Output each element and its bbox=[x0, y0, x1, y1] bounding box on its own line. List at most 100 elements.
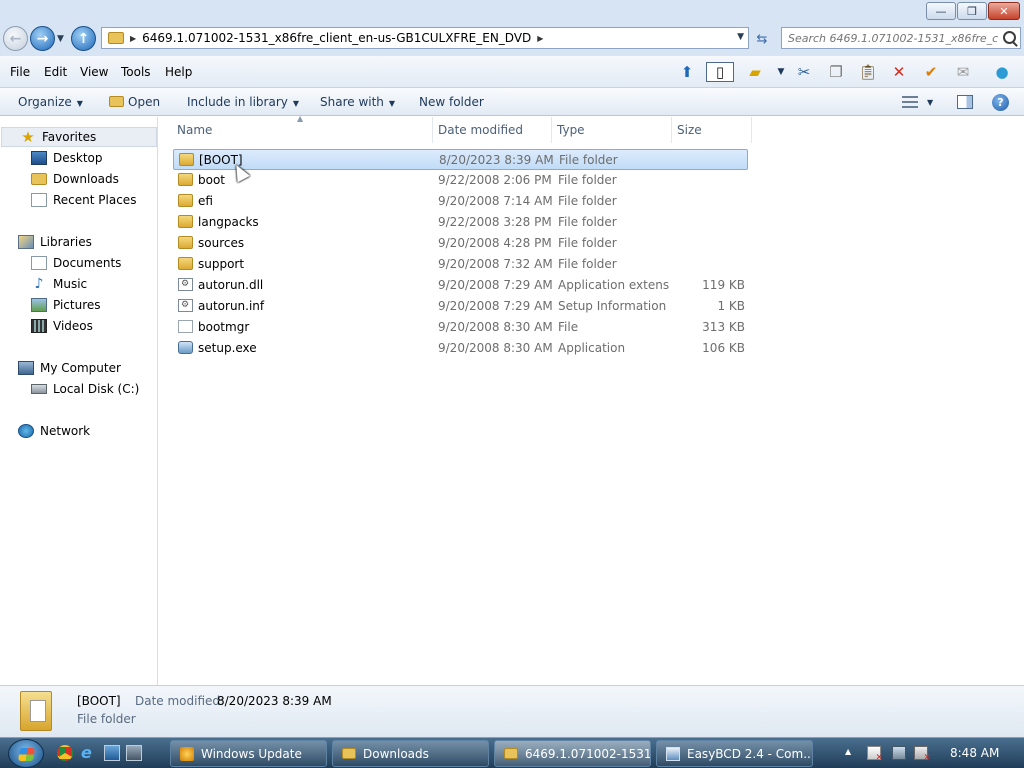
close-icon: ✕ bbox=[999, 4, 1009, 18]
column-size[interactable]: Size bbox=[672, 117, 752, 143]
pane-icon[interactable]: ▯ bbox=[706, 62, 734, 82]
address-bar[interactable]: ▶ 6469.1.071002-1531_x86fre_client_en-us… bbox=[101, 27, 749, 49]
nav-pictures[interactable]: Pictures bbox=[31, 295, 101, 315]
nav-music[interactable]: ♪ Music bbox=[31, 274, 88, 294]
views-icon[interactable] bbox=[902, 96, 918, 108]
share-with-button[interactable]: Share with ▼ bbox=[320, 95, 395, 109]
nav-downloads[interactable]: Downloads bbox=[31, 169, 119, 189]
nav-desktop[interactable]: Desktop bbox=[31, 148, 103, 168]
start-button[interactable] bbox=[8, 739, 44, 768]
views-dropdown-icon[interactable]: ▼ bbox=[927, 98, 933, 107]
clock[interactable]: 8:48 AM bbox=[950, 746, 999, 760]
star-icon: ★ bbox=[21, 128, 35, 146]
include-in-library-button[interactable]: Include in library ▼ bbox=[187, 95, 299, 109]
file-row[interactable]: boot 9/22/2008 2:06 PM File folder bbox=[173, 170, 748, 191]
minimize-button[interactable]: — bbox=[926, 2, 956, 20]
file-row[interactable]: autorun.dll 9/20/2008 7:29 AM Applicatio… bbox=[173, 275, 748, 296]
file-type: File folder bbox=[559, 153, 618, 167]
desktop-icon bbox=[31, 151, 47, 165]
file-row[interactable]: efi 9/20/2008 7:14 AM File folder bbox=[173, 191, 748, 212]
open-button[interactable]: Open bbox=[109, 95, 160, 109]
file-row[interactable]: autorun.inf 9/20/2008 7:29 AM Setup Info… bbox=[173, 296, 748, 317]
back-button[interactable]: ← bbox=[3, 26, 28, 51]
new-folder-button[interactable]: New folder bbox=[419, 95, 484, 109]
show-desktop-icon[interactable] bbox=[104, 745, 120, 761]
folder-check-icon[interactable]: ▰ bbox=[744, 62, 766, 82]
search-input[interactable] bbox=[788, 31, 998, 45]
downloads-folder-icon bbox=[31, 173, 47, 185]
file-name: setup.exe bbox=[198, 341, 257, 355]
toolbar-dropdown-icon[interactable]: ▼ bbox=[770, 62, 792, 82]
preview-pane-icon[interactable] bbox=[957, 95, 973, 109]
file-row[interactable]: bootmgr 9/20/2008 8:30 AM File 313 KB bbox=[173, 317, 748, 338]
maximize-button[interactable]: ❐ bbox=[957, 2, 987, 20]
recent-pages-dropdown[interactable]: ▼ bbox=[57, 34, 64, 44]
paste-icon[interactable]: 📋︎ bbox=[857, 62, 879, 82]
nav-documents[interactable]: Documents bbox=[31, 253, 121, 273]
menu-help[interactable]: Help bbox=[165, 65, 192, 79]
file-size: 1 KB bbox=[717, 299, 745, 313]
up-folder-icon[interactable]: ⬆ bbox=[676, 62, 698, 82]
network-status-icon[interactable] bbox=[892, 746, 906, 760]
taskbar-easybcd[interactable]: EasyBCD 2.4 - Com... bbox=[656, 740, 813, 767]
menu-edit[interactable]: Edit bbox=[44, 65, 67, 79]
help-icon[interactable]: ? bbox=[992, 94, 1009, 111]
file-row[interactable]: sources 9/20/2008 4:28 PM File folder bbox=[173, 233, 748, 254]
checkmark-icon[interactable]: ✔ bbox=[920, 62, 942, 82]
action-center-icon[interactable] bbox=[867, 746, 883, 763]
email-icon[interactable]: ✉ bbox=[952, 62, 974, 82]
folder-icon bbox=[342, 748, 356, 759]
menu-tools[interactable]: Tools bbox=[121, 65, 151, 79]
folder-icon bbox=[178, 236, 193, 249]
file-row[interactable]: [BOOT] 8/20/2023 8:39 AM File folder bbox=[173, 149, 748, 170]
dll-file-icon bbox=[178, 278, 193, 291]
nav-libraries[interactable]: Libraries bbox=[18, 232, 92, 252]
command-bar: Organize ▼ Open Include in library ▼ Share… bbox=[0, 88, 1024, 116]
organize-button[interactable]: Organize ▼ bbox=[18, 95, 83, 109]
taskbar-windows-update[interactable]: Windows Update bbox=[170, 740, 327, 767]
breadcrumb-chevron-icon[interactable]: ▶ bbox=[130, 34, 136, 43]
column-date-modified[interactable]: Date modified bbox=[433, 117, 552, 143]
recent-places-icon bbox=[31, 193, 47, 207]
nav-local-disk[interactable]: Local Disk (C:) bbox=[31, 379, 139, 399]
switch-windows-icon[interactable] bbox=[126, 745, 142, 761]
details-type: File folder bbox=[77, 712, 136, 726]
nav-recent-places[interactable]: Recent Places bbox=[31, 190, 136, 210]
file-type: File folder bbox=[558, 257, 617, 271]
column-type[interactable]: Type bbox=[552, 117, 672, 143]
file-row[interactable]: support 9/20/2008 7:32 AM File folder bbox=[173, 254, 748, 275]
chrome-icon[interactable] bbox=[57, 745, 73, 761]
breadcrumb-current-folder[interactable]: 6469.1.071002-1531_x86fre_client_en-us-G… bbox=[142, 31, 531, 45]
cut-icon[interactable]: ✂ bbox=[793, 62, 815, 82]
search-icon[interactable] bbox=[1003, 31, 1016, 44]
column-name[interactable]: Name bbox=[172, 117, 433, 143]
breadcrumb-chevron-icon[interactable]: ▶ bbox=[537, 34, 543, 43]
up-button[interactable]: ↑ bbox=[71, 26, 96, 51]
taskbar-explorer-window[interactable]: 6469.1.071002-1531_x... bbox=[494, 740, 651, 767]
menu-view[interactable]: View bbox=[80, 65, 108, 79]
refresh-button[interactable]: ⇆ bbox=[752, 29, 772, 49]
nav-videos[interactable]: Videos bbox=[31, 316, 93, 336]
copy-icon[interactable]: ❐ bbox=[825, 62, 847, 82]
file-row[interactable]: langpacks 9/22/2008 3:28 PM File folder bbox=[173, 212, 748, 233]
menu-file[interactable]: File bbox=[10, 65, 30, 79]
globe-icon[interactable]: ● bbox=[991, 62, 1013, 82]
nav-my-computer[interactable]: My Computer bbox=[18, 358, 121, 378]
taskbar-downloads[interactable]: Downloads bbox=[332, 740, 489, 767]
address-dropdown-icon[interactable]: ▼ bbox=[737, 32, 744, 42]
internet-explorer-icon[interactable]: e bbox=[81, 743, 97, 762]
file-size: 119 KB bbox=[702, 278, 745, 292]
show-hidden-icons-icon[interactable]: ▲ bbox=[845, 747, 851, 756]
file-row[interactable]: setup.exe 9/20/2008 8:30 AM Application … bbox=[173, 338, 748, 359]
volume-muted-icon[interactable] bbox=[914, 746, 931, 763]
nav-network[interactable]: Network bbox=[18, 421, 90, 441]
delete-icon[interactable]: ✕ bbox=[888, 62, 910, 82]
close-button[interactable]: ✕ bbox=[988, 2, 1020, 20]
nav-favorites[interactable]: ★ Favorites bbox=[1, 127, 157, 147]
arrow-up-icon: ↑ bbox=[77, 30, 90, 47]
forward-button[interactable]: → bbox=[30, 26, 55, 51]
chevron-down-icon: ▼ bbox=[388, 99, 396, 108]
file-type: Setup Information bbox=[558, 299, 667, 313]
search-box[interactable] bbox=[781, 27, 1021, 49]
blank-file-icon bbox=[178, 320, 193, 333]
